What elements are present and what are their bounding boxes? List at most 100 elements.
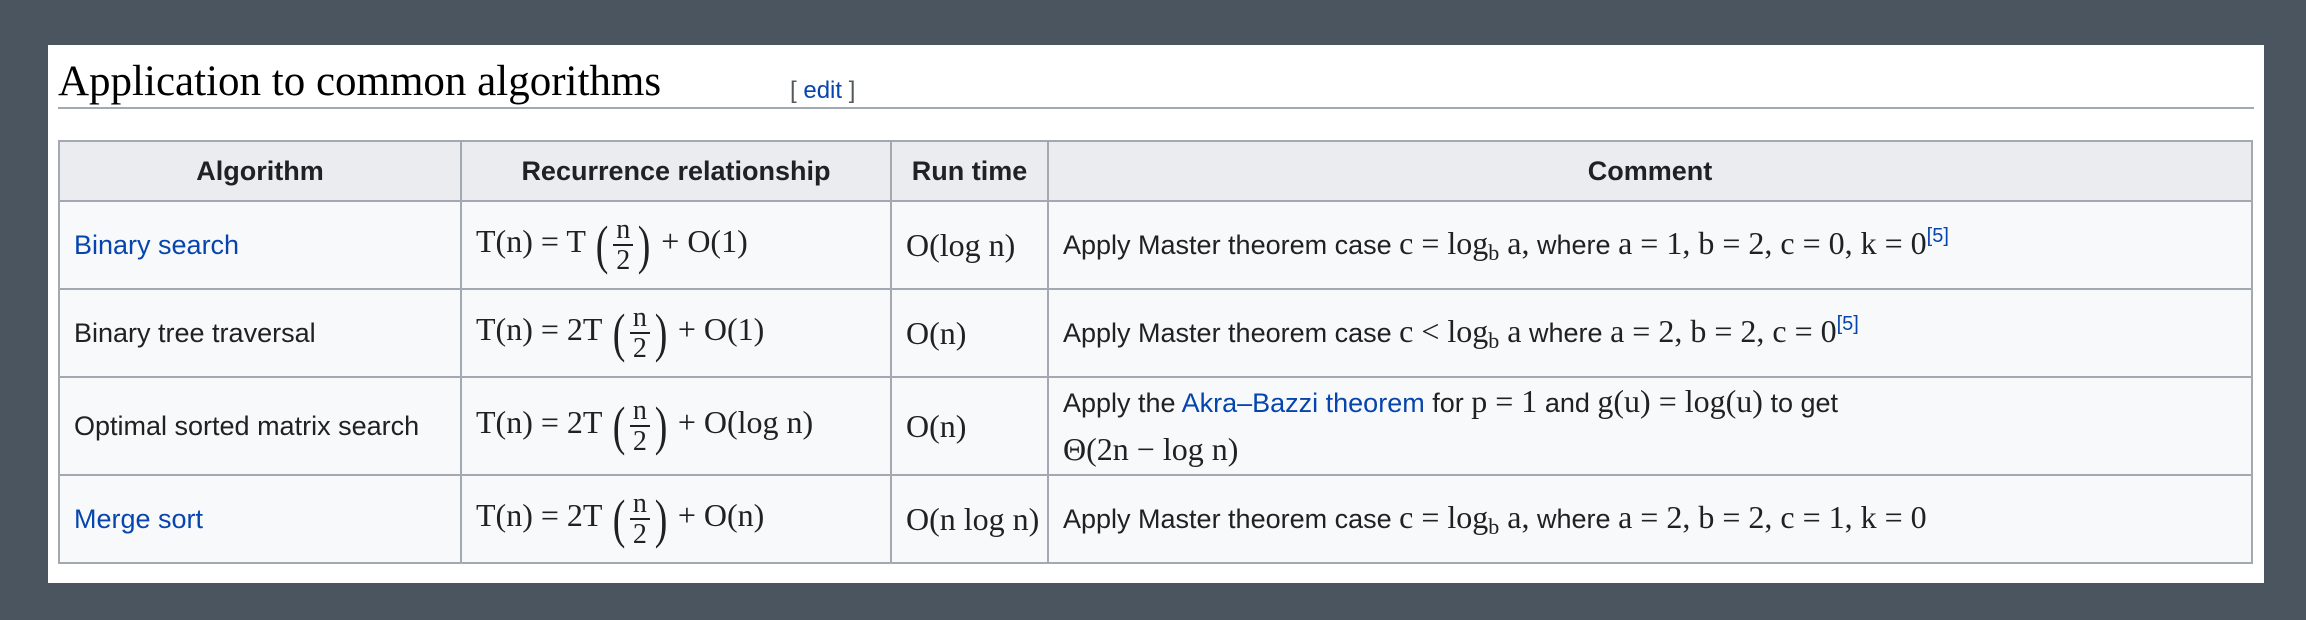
comment-and: and [1544, 388, 1590, 418]
recurrence-formula: T(n) = 2T (n 2) + O(n) [476, 488, 765, 549]
recurrence-lhs: T(n) = T [476, 223, 586, 260]
runtime-cell: O(log n) [890, 200, 1049, 290]
right-paren: ) [637, 215, 651, 275]
binary-search-link[interactable]: Binary search [74, 230, 239, 260]
parameters-formula: a = 2, b = 2, c = 0 [1610, 312, 1837, 349]
result-formula: Θ(2n − log n) [1063, 431, 1239, 467]
comment-cell: Apply the Akra–Bazzi theorem for p = 1 a… [1047, 376, 2253, 476]
g-formula: g(u) = log(u) [1597, 383, 1763, 419]
recurrence-cell: T(n) = 2T (n 2) + O(log n) [460, 376, 892, 476]
right-paren: ) [654, 303, 668, 363]
left-paren: ( [612, 396, 626, 456]
fraction-denominator: 2 [616, 245, 631, 276]
parameters-formula: a = 2, b = 2, c = 1, k = 0 [1618, 498, 1927, 535]
case-formula-tail: a [1507, 312, 1522, 349]
fraction-numerator: n [629, 488, 650, 520]
header-runtime: Run time [890, 140, 1049, 202]
case-formula-main: c = log [1399, 224, 1489, 261]
comment-cell: Apply Master theorem case c < logb a whe… [1047, 288, 2253, 378]
fraction-numerator: n [629, 395, 650, 427]
section-heading: Application to common algorithms [58, 58, 662, 105]
reference-link[interactable]: [5] [1927, 225, 1949, 247]
algorithm-cell: Binary search [58, 200, 462, 290]
recurrence-rhs: + O(1) [677, 311, 765, 348]
log-base: b [1488, 239, 1500, 265]
algorithm-cell: Binary tree traversal [58, 288, 462, 378]
header-recurrence: Recurrence relationship [460, 140, 892, 202]
comment-text: Apply Master theorem case c = logb a, wh… [1063, 499, 1927, 539]
fraction-denominator: 2 [632, 519, 647, 550]
log-base: b [1488, 327, 1500, 353]
runtime-value: O(n) [906, 407, 967, 444]
right-paren: ) [654, 396, 668, 456]
fraction-denominator: 2 [632, 333, 647, 364]
runtime-value: O(n log n) [906, 500, 1040, 537]
akra-bazzi-theorem-link[interactable]: Akra–Bazzi theorem [1182, 388, 1425, 418]
right-paren: ) [654, 489, 668, 549]
recurrence-lhs: T(n) = 2T [476, 497, 602, 534]
recurrence-cell: T(n) = T (n 2) + O(1) [460, 200, 892, 290]
table-row: Merge sort T(n) = 2T (n 2) + O(n) O(n log… [58, 474, 2253, 564]
comment-to-get: to get [1770, 388, 1839, 418]
comment-text: Apply Master theorem case c < logb a whe… [1063, 313, 1859, 353]
fraction: n2 [629, 302, 650, 364]
edit-link[interactable]: edit [803, 77, 842, 104]
comment-line-1: Apply the Akra–Bazzi theorem for p = 1 a… [1063, 378, 2237, 426]
comment-text: Apply Master theorem case c = logb a, wh… [1063, 225, 1949, 265]
comment-where: where [1529, 317, 1603, 348]
p-formula: p = 1 [1471, 383, 1538, 419]
header-comment: Comment [1047, 140, 2253, 202]
runtime-value: O(n) [906, 314, 967, 351]
comment-for: for [1432, 388, 1464, 418]
left-paren: ( [612, 489, 626, 549]
left-paren: ( [612, 303, 626, 363]
comment-line-2: Θ(2n − log n) [1063, 426, 2237, 474]
comment-prefix: Apply the [1063, 388, 1176, 418]
comment-cell: Apply Master theorem case c = logb a, wh… [1047, 200, 2253, 290]
log-base: b [1488, 513, 1500, 539]
merge-sort-link[interactable]: Merge sort [74, 504, 203, 534]
case-formula-tail: a, [1507, 498, 1530, 535]
algorithm-cell: Merge sort [58, 474, 462, 564]
recurrence-lhs: T(n) = 2T [476, 404, 602, 441]
comment-prefix: Apply Master theorem case [1063, 229, 1392, 260]
comment-cell: Apply Master theorem case c = logb a, wh… [1047, 474, 2253, 564]
case-formula: c = logb a, [1399, 498, 1530, 539]
comment-where: where [1537, 229, 1611, 260]
recurrence-rhs: + O(n) [677, 497, 765, 534]
table-header-row: Algorithm Recurrence relationship Run ti… [58, 140, 2253, 202]
fraction-numerator: n [613, 214, 634, 246]
reference-link[interactable]: [5] [1837, 313, 1859, 335]
case-formula-main: c < log [1399, 312, 1489, 349]
case-formula-tail: a, [1507, 224, 1530, 261]
case-formula: c < logb a [1399, 312, 1522, 353]
edit-bracket-open: [ [790, 77, 797, 104]
algorithms-table: Algorithm Recurrence relationship Run ti… [58, 140, 2253, 564]
runtime-cell: O(n) [890, 376, 1049, 476]
fraction: n2 [629, 395, 650, 457]
case-formula: c = logb a, [1399, 224, 1530, 265]
fraction: n2 [629, 488, 650, 550]
comment-where: where [1537, 503, 1611, 534]
recurrence-formula: T(n) = 2T (n 2) + O(1) [476, 302, 765, 363]
section-heading-row: Application to common algorithms [ edit … [58, 57, 2254, 109]
runtime-cell: O(n) [890, 288, 1049, 378]
comment-prefix: Apply Master theorem case [1063, 503, 1392, 534]
table-row: Binary tree traversal T(n) = 2T (n 2) + O… [58, 288, 2253, 378]
recurrence-rhs: + O(log n) [677, 404, 814, 441]
algorithm-cell: Optimal sorted matrix search [58, 376, 462, 476]
recurrence-cell: T(n) = 2T (n 2) + O(n) [460, 474, 892, 564]
runtime-cell: O(n log n) [890, 474, 1049, 564]
case-formula-main: c = log [1399, 498, 1489, 535]
recurrence-formula: T(n) = 2T (n 2) + O(log n) [476, 395, 814, 456]
table-row: Binary search T(n) = T (n 2) + O(1) O(log… [58, 200, 2253, 290]
left-paren: ( [595, 215, 609, 275]
recurrence-rhs: + O(1) [661, 223, 748, 260]
fraction: n2 [613, 214, 634, 276]
fraction-numerator: n [629, 302, 650, 334]
recurrence-cell: T(n) = 2T (n 2) + O(1) [460, 288, 892, 378]
fraction-denominator: 2 [632, 426, 647, 457]
recurrence-lhs: T(n) = 2T [476, 311, 602, 348]
header-algorithm: Algorithm [58, 140, 462, 202]
comment-prefix: Apply Master theorem case [1063, 317, 1392, 348]
